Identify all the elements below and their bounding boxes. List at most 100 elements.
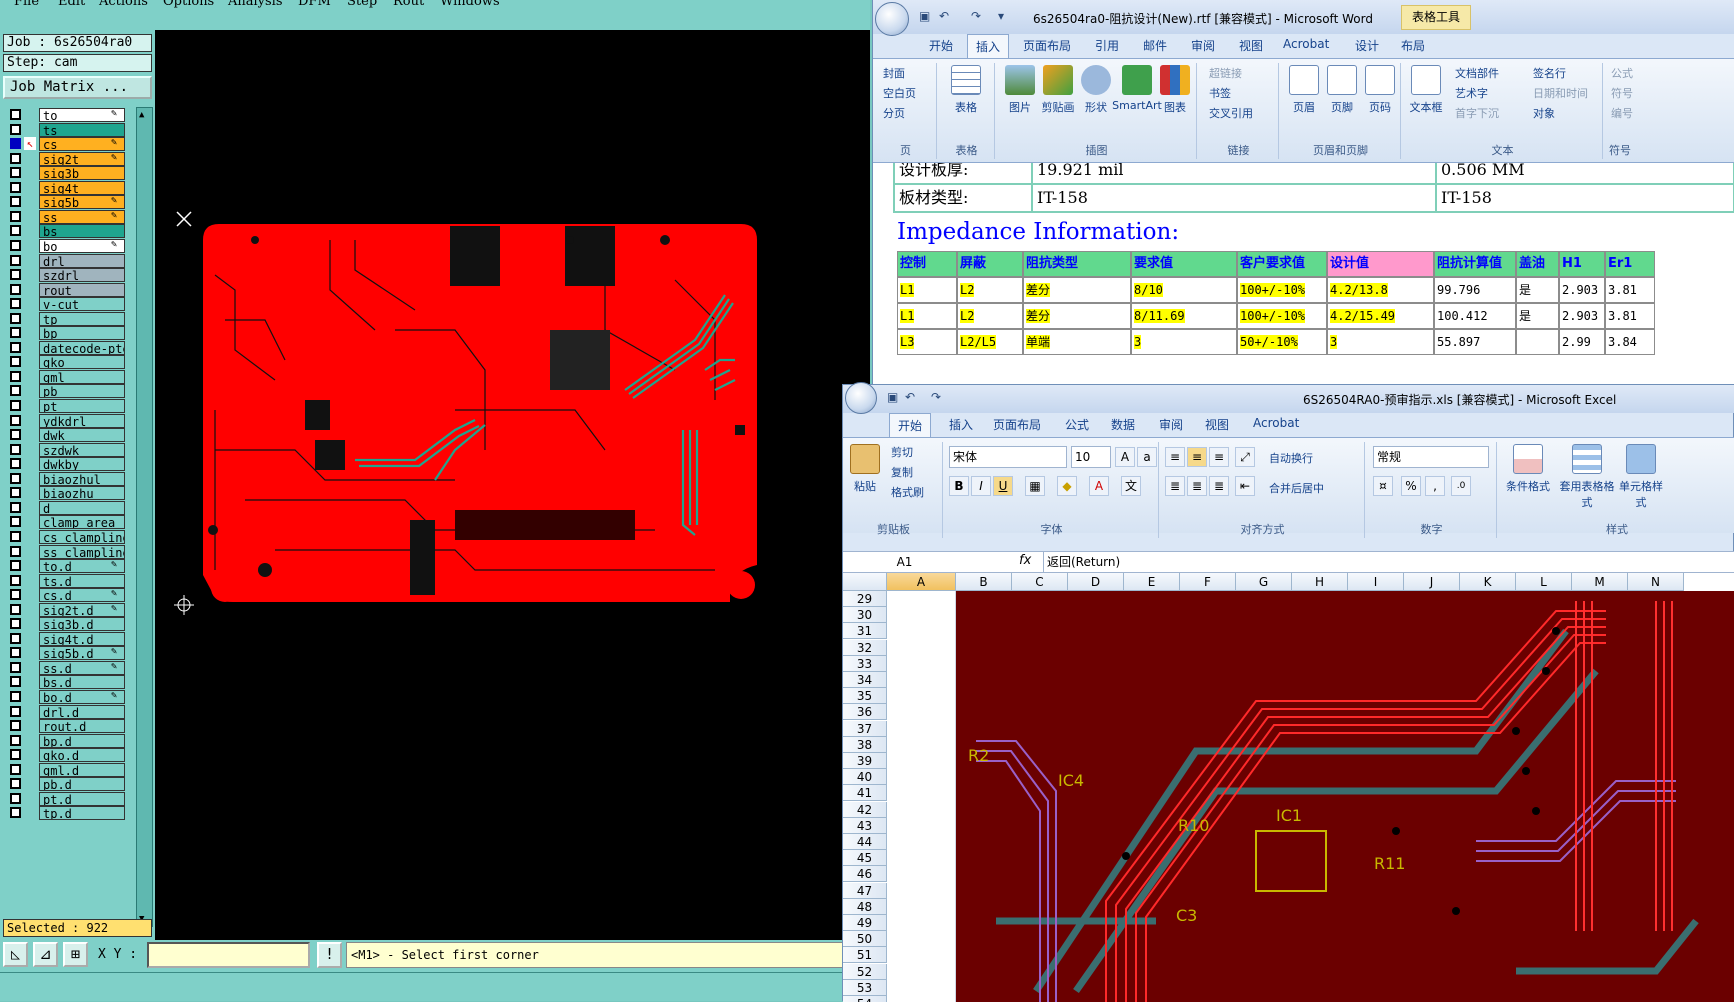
font-color-icon[interactable]: A (1089, 476, 1109, 496)
layer-name[interactable]: ydkdrl (39, 413, 125, 428)
row-header[interactable]: 48 (843, 898, 887, 915)
impedance-cell[interactable]: 差分 (1023, 277, 1131, 303)
xy-submit-button[interactable]: ! (317, 942, 342, 968)
bookmark-button[interactable]: 书签 (1209, 85, 1231, 101)
impedance-cell[interactable]: L2 (957, 277, 1023, 303)
layer-checkbox[interactable] (10, 196, 21, 208)
layer-checkbox[interactable] (10, 705, 21, 717)
xl-tab-review[interactable]: 审阅 (1159, 416, 1183, 433)
layer-checkbox[interactable] (10, 356, 21, 368)
date-time-button[interactable]: 日期和时间 (1533, 85, 1588, 101)
layer-checkbox[interactable] (10, 312, 21, 324)
layer-checkbox[interactable] (10, 210, 21, 222)
layer-name[interactable]: bs.d (39, 675, 125, 690)
layer-name[interactable]: cs_clampline (39, 529, 125, 544)
align-right-icon[interactable]: ≣ (1209, 476, 1229, 496)
word-document[interactable]: 设计板厚: 19.921 mil 0.506 MM 板材类型: IT-158 I… (873, 163, 1734, 385)
job-matrix-button[interactable]: Job Matrix ... (3, 76, 152, 99)
row-header[interactable]: 44 (843, 834, 887, 850)
impedance-header-cell[interactable]: 设计值 (1327, 251, 1434, 277)
row-header[interactable]: 41 (843, 785, 887, 802)
align-center-icon[interactable]: ≣ (1187, 476, 1207, 496)
layer-checkbox[interactable] (10, 458, 21, 470)
layer-checkbox[interactable] (10, 385, 21, 397)
excel-undo-icon[interactable]: ↶ (905, 390, 915, 404)
page-number-button[interactable]: 页码 (1357, 65, 1403, 115)
impedance-header-cell[interactable]: 盖油 (1516, 251, 1559, 277)
layer-name[interactable]: bs (39, 224, 125, 239)
impedance-cell[interactable]: 55.897 (1434, 329, 1516, 355)
signature-line-button[interactable]: 签名行 (1533, 65, 1566, 81)
impedance-header-cell[interactable]: 要求值 (1131, 251, 1237, 277)
material-value-2[interactable]: IT-158 (1435, 183, 1734, 213)
layer-name[interactable]: tp (39, 311, 125, 326)
align-bottom-icon[interactable]: ≡ (1209, 447, 1229, 467)
layer-name[interactable]: bp (39, 326, 125, 341)
layer-checkbox[interactable] (10, 530, 21, 542)
layer-checkbox[interactable] (10, 109, 21, 120)
row-header[interactable]: 54 (843, 996, 887, 1002)
layer-row[interactable]: tp.d (3, 805, 136, 821)
layer-checkbox[interactable] (10, 429, 21, 441)
impedance-header-cell[interactable]: 屏蔽 (957, 251, 1023, 277)
thickness-mil[interactable]: 19.921 mil (1031, 163, 1437, 185)
impedance-cell[interactable]: 差分 (1023, 303, 1131, 329)
excel-save-icon[interactable]: ▣ (887, 390, 898, 404)
copy-button[interactable]: 复制 (891, 464, 913, 480)
layer-checkbox[interactable] (10, 487, 21, 499)
layer-checkbox[interactable] (10, 167, 21, 179)
layer-checkbox[interactable] (10, 283, 21, 295)
layer-checkbox[interactable] (10, 327, 21, 339)
impedance-cell[interactable]: 单端 (1023, 329, 1131, 355)
shrink-font-icon[interactable]: a (1137, 447, 1157, 467)
layer-name[interactable]: gko (39, 355, 125, 370)
layer-checkbox[interactable] (10, 254, 21, 266)
quick-parts-button[interactable]: 文档部件 (1455, 65, 1499, 81)
layer-checkbox[interactable] (10, 778, 21, 790)
row-header[interactable]: 37 (843, 720, 887, 737)
row-header[interactable]: 35 (843, 688, 887, 705)
orientation-icon[interactable]: ⤢ (1235, 447, 1255, 467)
column-header[interactable]: E (1124, 573, 1180, 591)
impedance-cell[interactable]: L1 (897, 303, 957, 329)
grid-icon[interactable]: ⊞ (63, 942, 88, 967)
row-header[interactable]: 49 (843, 915, 887, 931)
layer-checkbox[interactable] (10, 181, 21, 193)
menu-windows[interactable]: Windows (440, 0, 500, 9)
menu-options[interactable]: Options (163, 0, 214, 9)
italic-icon[interactable]: I (971, 476, 991, 496)
tab-mailings[interactable]: 邮件 (1143, 37, 1167, 54)
material-value[interactable]: IT-158 (1031, 183, 1437, 213)
tab-view[interactable]: 视图 (1239, 37, 1263, 54)
xl-tab-page-layout[interactable]: 页面布局 (993, 416, 1041, 433)
layer-checkbox[interactable] (10, 516, 21, 528)
impedance-cell[interactable]: 2.99 (1559, 329, 1605, 355)
layer-checkbox[interactable] (10, 239, 21, 251)
borders-icon[interactable]: ▦ (1025, 476, 1045, 496)
impedance-cell[interactable]: 3.81 (1605, 303, 1655, 329)
tab-layout[interactable]: 布局 (1401, 37, 1425, 54)
table-tools-tab[interactable]: 表格工具 (1401, 5, 1471, 30)
cross-reference-button[interactable]: 交叉引用 (1209, 105, 1253, 121)
layer-checkbox[interactable] (10, 400, 21, 411)
formula-input[interactable]: 返回(Return) (1043, 552, 1734, 572)
impedance-cell[interactable]: 100+/-10% (1237, 277, 1327, 303)
increase-decimal-icon[interactable]: .0 (1451, 476, 1471, 496)
layer-name[interactable]: szdwk (39, 442, 125, 457)
impedance-cell[interactable]: L2/L5 (957, 329, 1023, 355)
select-all-corner[interactable] (843, 573, 887, 591)
merge-center-button[interactable]: 合并后居中 (1269, 480, 1324, 496)
layer-checkbox[interactable] (10, 574, 21, 586)
layer-checkbox[interactable] (10, 443, 21, 455)
xl-tab-formulas[interactable]: 公式 (1065, 416, 1089, 433)
row-header[interactable]: 47 (843, 882, 887, 899)
impedance-cell[interactable]: 是 (1516, 277, 1559, 303)
chart-button[interactable]: 图表 (1155, 65, 1195, 115)
layer-checkbox[interactable] (10, 720, 21, 732)
row-header[interactable]: 33 (843, 655, 887, 672)
layer-name[interactable]: sig4t.d (39, 631, 125, 646)
impedance-cell[interactable]: 8/11.69 (1131, 303, 1237, 329)
font-size-select[interactable]: 10 (1071, 446, 1111, 468)
column-header[interactable]: G (1236, 573, 1292, 591)
row-header[interactable]: 43 (843, 817, 887, 834)
